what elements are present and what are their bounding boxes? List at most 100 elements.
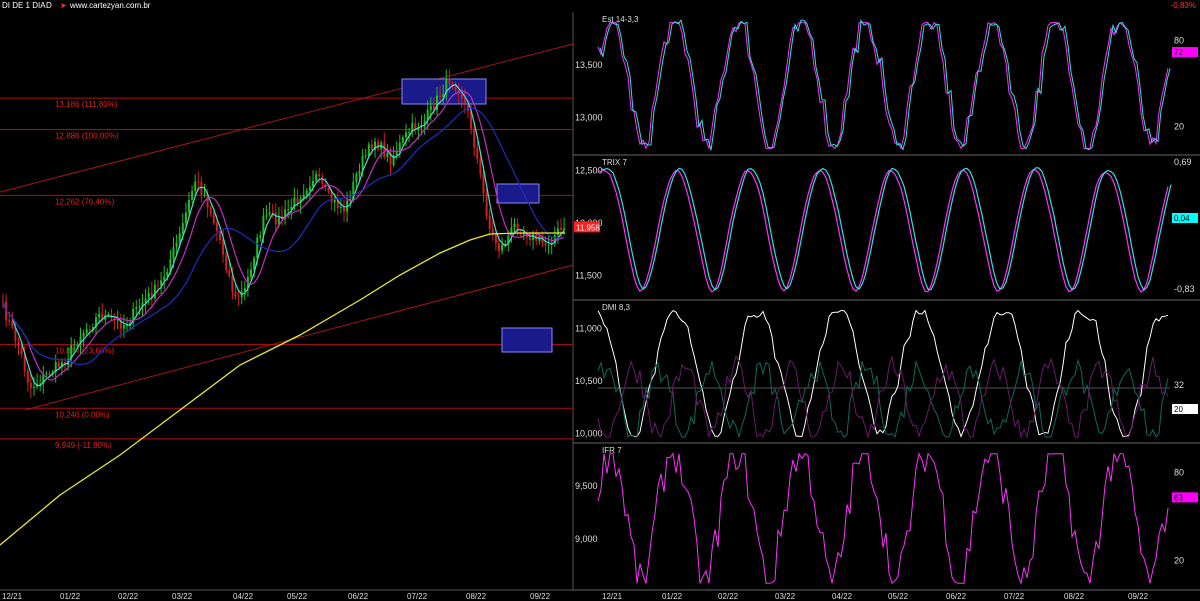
- candle-body: [88, 329, 91, 331]
- candle-body: [494, 233, 497, 244]
- candle-body: [225, 254, 228, 271]
- indicator-tick-label: 0,69: [1174, 157, 1192, 167]
- candle-body: [383, 142, 386, 158]
- indicator-value: 72: [1174, 48, 1183, 57]
- indicator-title: Est 14-3,3: [602, 15, 639, 24]
- price-tick-label: 10,500: [575, 376, 603, 386]
- x-axis-label-right: 09/22: [1128, 592, 1149, 601]
- candle-body: [482, 174, 485, 194]
- candle-body: [181, 223, 184, 234]
- indicator-tick-label: 80: [1174, 467, 1184, 477]
- candle-body: [122, 325, 125, 329]
- indicator-tick-label: 80: [1174, 36, 1184, 46]
- candle-body: [17, 341, 20, 347]
- candle-body: [401, 137, 404, 143]
- candle-body: [355, 174, 358, 182]
- candle-body: [160, 280, 163, 286]
- candle-body: [45, 373, 48, 375]
- candle-body: [76, 344, 79, 346]
- candle-body: [231, 275, 234, 293]
- candle-body: [488, 215, 491, 230]
- candle-body: [408, 132, 411, 134]
- candle-body: [265, 214, 268, 216]
- price-tick-label: 10,000: [575, 429, 603, 439]
- candle-body: [327, 187, 330, 192]
- indicator-value: 20: [1174, 405, 1183, 414]
- price-zone-box: [501, 327, 553, 353]
- x-axis-label: 08/22: [466, 592, 487, 601]
- price-tick-label: 9,000: [575, 534, 598, 544]
- candle-body: [188, 199, 190, 213]
- candle-body: [560, 228, 562, 230]
- dmi-plus-line: [597, 358, 1169, 439]
- price-tick-label: 13,500: [575, 60, 603, 70]
- x-axis-label: 03/22: [172, 592, 193, 601]
- x-axis-label-right: 02/22: [718, 592, 739, 601]
- candle-body: [8, 320, 11, 322]
- price-tick-label: 11,000: [575, 323, 602, 333]
- x-axis-label: 07/22: [407, 592, 428, 601]
- x-axis-label-right: 04/22: [832, 592, 853, 601]
- candle-body: [259, 235, 262, 238]
- x-axis-label-right: 12/21: [602, 592, 623, 601]
- x-axis-label-right: 07/22: [1004, 592, 1025, 601]
- candle-body: [358, 171, 361, 175]
- candle-body: [370, 144, 373, 151]
- candle-body: [33, 387, 35, 389]
- candle-body: [463, 98, 466, 104]
- candle-body: [287, 209, 290, 211]
- ma-long-yellow-line: [0, 232, 565, 546]
- candle-body: [315, 174, 318, 181]
- fib-level-label: 12,886 (100,00%): [55, 132, 119, 141]
- candle-body: [209, 207, 212, 214]
- candle-body: [219, 230, 221, 241]
- candle-body: [138, 306, 141, 308]
- candle-body: [339, 207, 342, 209]
- candle-body: [98, 313, 101, 318]
- candle-body: [333, 199, 336, 203]
- candle-body: [367, 144, 370, 156]
- candle-body: [473, 128, 476, 148]
- candle-body: [26, 370, 29, 383]
- candle-body: [405, 132, 407, 138]
- x-axis-label: 06/22: [348, 592, 369, 601]
- price-tick-label: 9,500: [575, 481, 598, 491]
- x-axis-label: 12/21: [2, 592, 23, 601]
- trix-signal-line: [600, 167, 1172, 292]
- candle-body: [501, 244, 504, 251]
- candle-body: [513, 223, 516, 228]
- candle-body: [222, 240, 225, 255]
- trix-line: [597, 169, 1169, 294]
- indicator-tick-label: -0,83: [1174, 284, 1195, 294]
- stoch-d-line: [599, 18, 1171, 151]
- candle-body: [215, 223, 218, 231]
- candle-body: [498, 243, 500, 251]
- x-axis-label: 05/22: [287, 592, 308, 601]
- candle-body: [491, 229, 494, 234]
- candle-body: [197, 181, 200, 183]
- candle-body: [157, 284, 159, 286]
- candle-body: [312, 180, 314, 187]
- candle-body: [135, 307, 138, 309]
- price-tick-label: 11,500: [575, 271, 602, 281]
- indicator-tick-label: 32: [1174, 380, 1184, 390]
- candle-body: [237, 296, 240, 298]
- price-zone-box: [496, 183, 540, 204]
- candle-body: [268, 212, 271, 215]
- candle-body: [274, 212, 277, 225]
- candle-body: [318, 174, 321, 177]
- x-axis-label-right: 01/22: [662, 592, 683, 601]
- candle-body: [516, 223, 519, 233]
- price-zone-box: [401, 78, 487, 105]
- candle-body: [476, 147, 479, 159]
- candle-body: [377, 141, 380, 150]
- candle-body: [556, 228, 559, 235]
- candle-body: [429, 105, 432, 110]
- chart-canvas[interactable]: 13,50013,00012,50012,00011,50011,00010,5…: [0, 0, 1200, 601]
- candle-body: [175, 242, 178, 248]
- candle-body: [343, 207, 345, 212]
- candle-body: [48, 373, 51, 375]
- candle-body: [321, 176, 324, 185]
- ifr-line: [597, 452, 1169, 586]
- candle-body: [364, 155, 367, 157]
